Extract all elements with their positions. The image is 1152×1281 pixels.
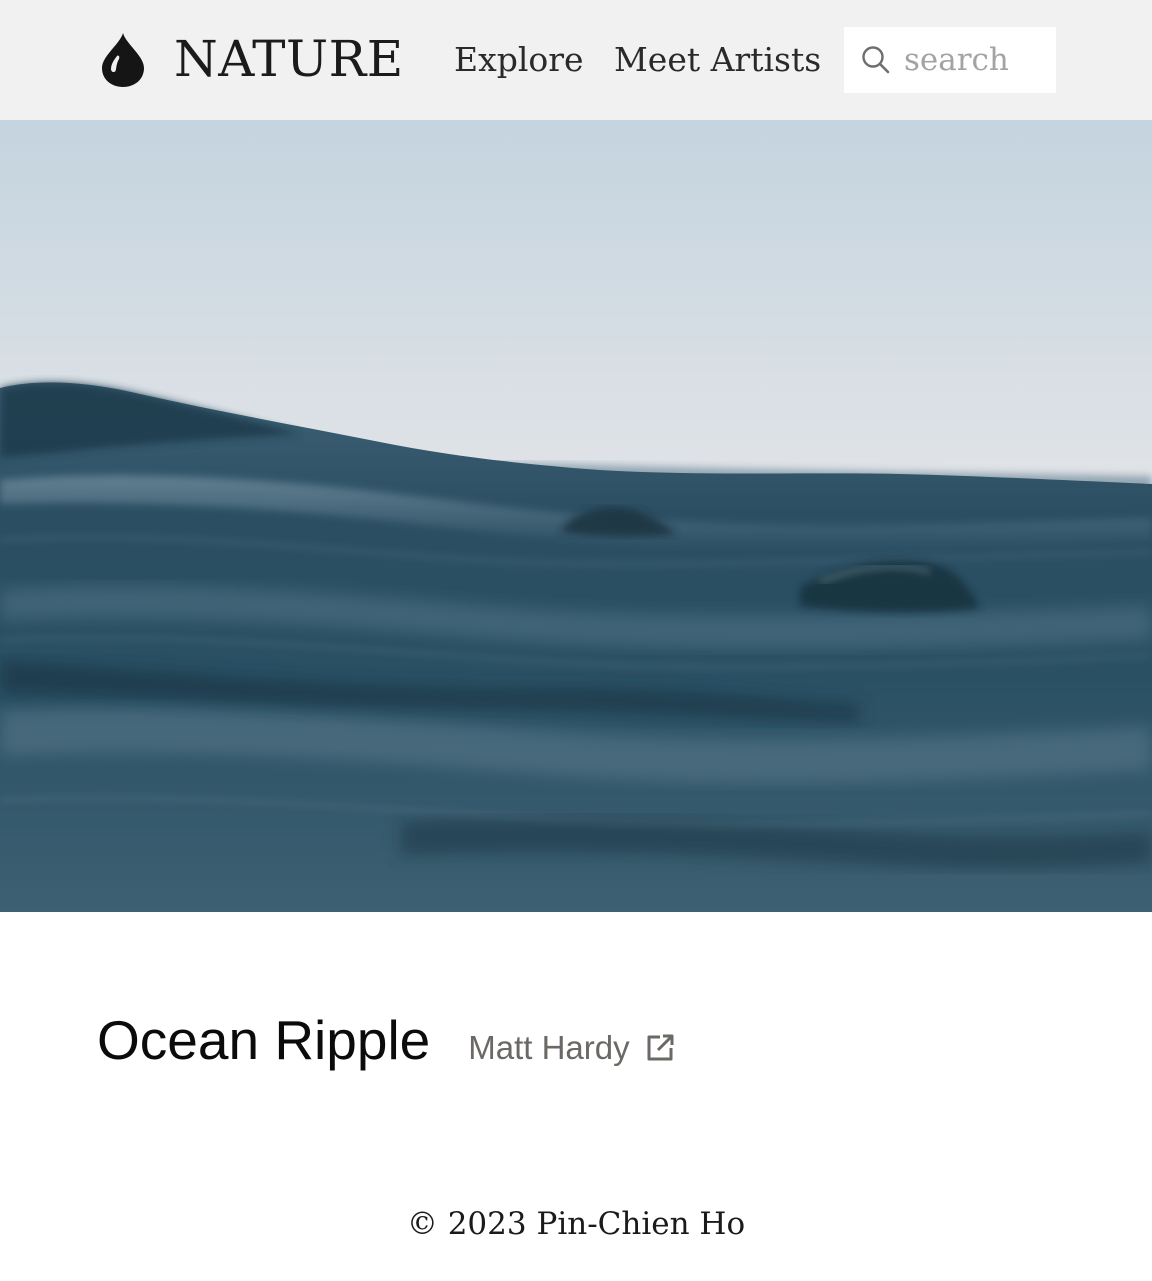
search-icon[interactable] xyxy=(861,45,891,75)
search-input[interactable] xyxy=(904,37,1050,83)
photo-title: Ocean Ripple xyxy=(97,1009,431,1071)
nav-explore[interactable]: Explore xyxy=(454,39,584,81)
brand-logo[interactable]: NATURE xyxy=(174,29,404,89)
photographer-link[interactable]: Matt Hardy xyxy=(468,1028,675,1068)
site-footer: © 2023 Pin-Chien Ho xyxy=(0,1200,1152,1248)
nav-meet-artists[interactable]: Meet Artists xyxy=(614,39,821,81)
photo-caption: Ocean Ripple Matt Hardy xyxy=(97,1008,676,1072)
site-header: NATURE Explore Meet Artists xyxy=(0,0,1152,120)
water-drop-icon[interactable] xyxy=(100,32,146,88)
hero-image xyxy=(0,120,1152,912)
photographer-name[interactable]: Matt Hardy xyxy=(468,1028,629,1068)
search-box[interactable] xyxy=(844,27,1056,93)
external-link-icon[interactable] xyxy=(644,1032,676,1064)
copyright-text: © 2023 Pin-Chien Ho xyxy=(406,1206,746,1242)
ocean-waves-photo xyxy=(0,120,1152,912)
